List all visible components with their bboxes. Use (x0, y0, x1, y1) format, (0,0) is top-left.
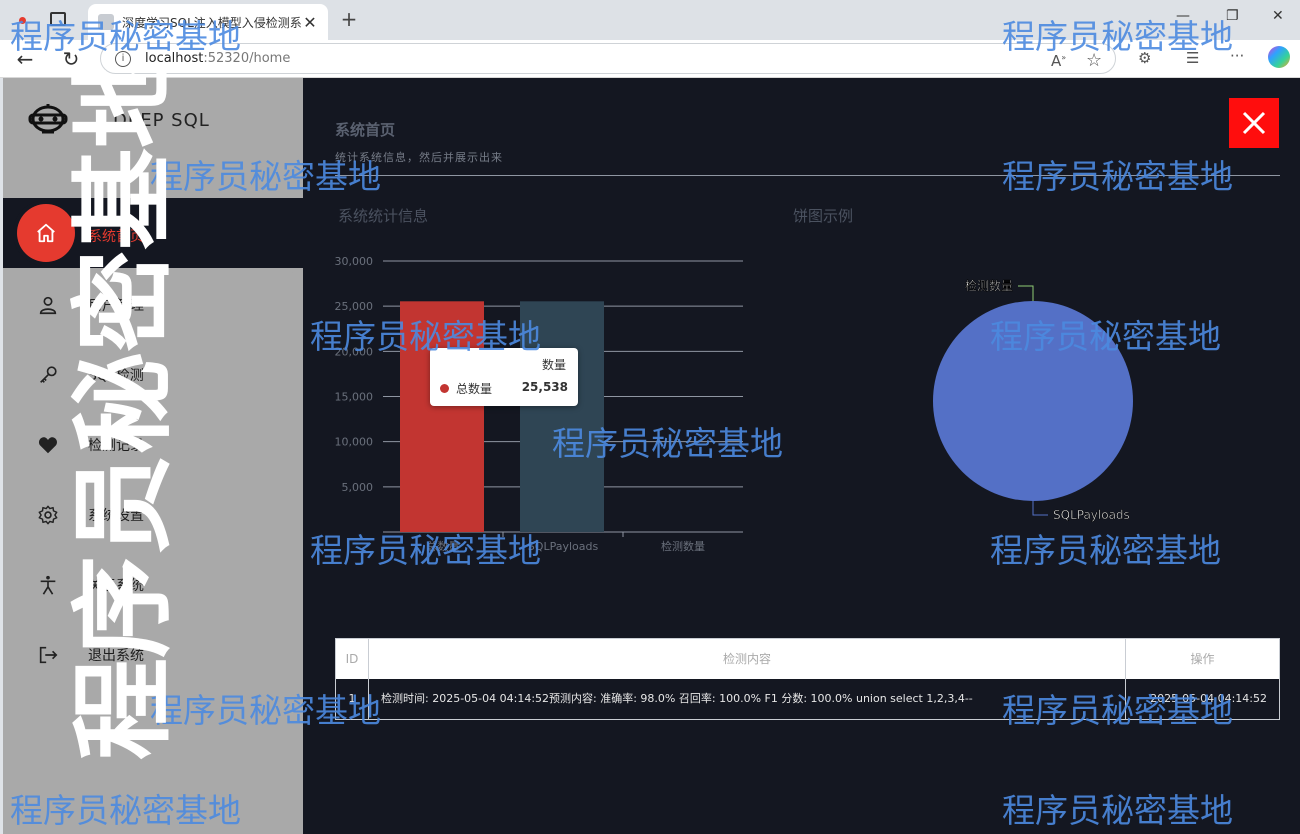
window-close-button[interactable]: ✕ (1272, 8, 1284, 24)
y-tick-label: 10,000 (335, 436, 374, 449)
watermark-text: 程序员秘密基地 (1002, 157, 1233, 196)
tooltip-header: 数量 (541, 358, 566, 372)
column-header-content: 检测内容 (369, 639, 1126, 679)
pie-chart: 检测数量 SQLPayloads (933, 278, 1133, 522)
address-bar[interactable]: i localhost:52320/home A» ☆ (100, 43, 1116, 74)
pie-section-title: 饼图示例 (793, 207, 854, 225)
column-header-id: ID (336, 639, 369, 679)
y-tick-label: 15,000 (335, 391, 374, 404)
watermark-text: 程序员秘密基地 (990, 531, 1221, 570)
bar-section-title: 系统统计信息 (338, 207, 429, 225)
watermark-text: 程序员秘密基地 (1002, 17, 1233, 56)
y-tick-label: 30,000 (335, 255, 374, 268)
column-header-action: 操作 (1190, 652, 1215, 666)
watermark-text: 程序员秘密基地 (1002, 791, 1233, 830)
watermark-text: 程序员秘密基地 (310, 531, 541, 570)
watermark-text: 程序员秘密基地 (310, 317, 541, 356)
pie-leader-line (1018, 285, 1034, 301)
tab-close-icon[interactable]: ✕ (302, 13, 318, 32)
tooltip-marker (440, 384, 449, 393)
watermark-text: 程序员秘密基地 (1002, 691, 1233, 730)
pie-label: 检测数量 (965, 278, 1013, 293)
watermark-text: 程序员秘密基地 (10, 17, 241, 56)
pie-leader-line (1032, 501, 1048, 516)
tooltip-series-name: 总数量 (456, 382, 493, 396)
watermark-text: 程序员秘密基地 (990, 317, 1221, 356)
x-tick-label: 检测数量 (661, 539, 705, 553)
vertical-watermark: 程序员秘密基地 (20, 70, 230, 760)
y-tick-label: 5,000 (342, 481, 374, 494)
table-header: ID 检测内容 操作 (336, 639, 1279, 679)
watermark-text: 程序员秘密基地 (552, 424, 783, 463)
watermark-text: 程序员秘密基地 (10, 791, 241, 830)
tooltip-value: 25,538 (521, 380, 568, 394)
pie-label: SQLPayloads (1053, 508, 1130, 522)
close-button[interactable] (1229, 98, 1279, 148)
copilot-icon[interactable] (1268, 46, 1290, 68)
close-icon (1242, 111, 1266, 135)
new-tab-button[interactable]: + (336, 6, 362, 32)
vertical-watermark-text: 程序员秘密基地 (65, 70, 184, 760)
page-title: 系统首页 (335, 121, 396, 139)
